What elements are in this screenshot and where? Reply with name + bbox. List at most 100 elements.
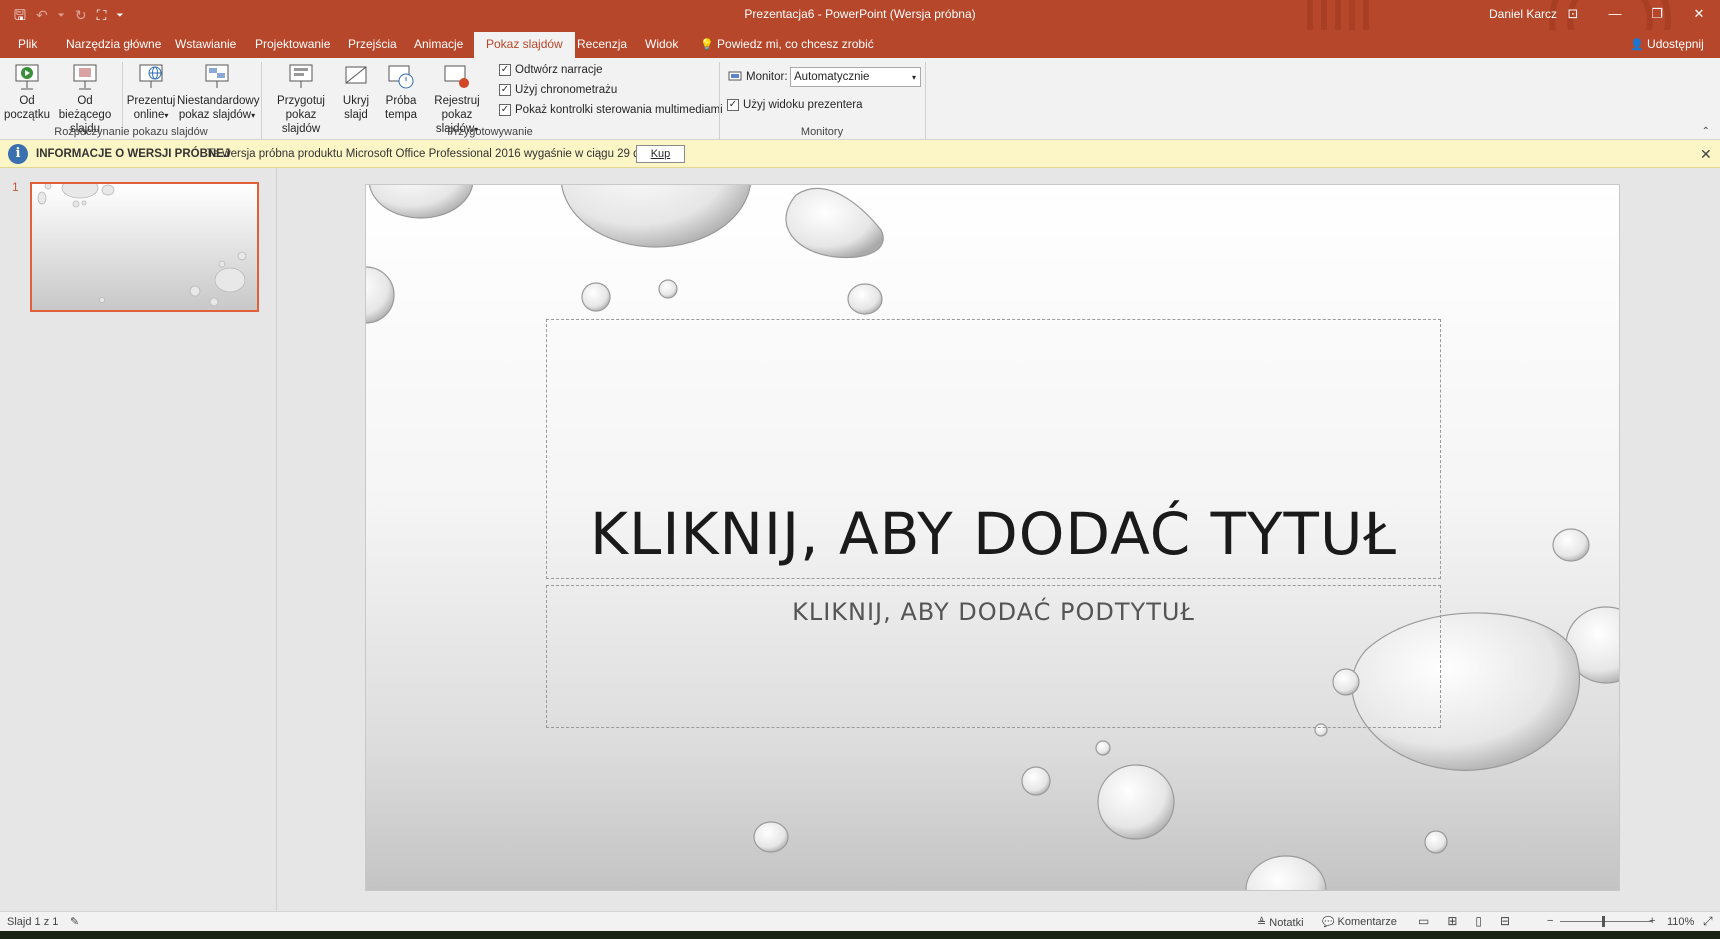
buy-button[interactable]: Kup — [636, 145, 685, 163]
subtitle-placeholder-text: KLIKNIJ, ABY DODAĆ PODTYTUŁ — [792, 598, 1195, 626]
status-bar: Slajd 1 z 1 ✎ ≜ Notatki 💬 Komentarze ▭ ⊞… — [0, 911, 1720, 931]
slide-sorter-icon[interactable]: ⊞ — [1447, 914, 1457, 928]
slide-canvas[interactable]: KLIKNIJ, ABY DODAĆ TYTUŁ KLIKNIJ, ABY DO… — [365, 184, 1620, 891]
ribbon-display-options-icon[interactable]: ⊡ — [1552, 0, 1594, 30]
custom-show-icon — [205, 64, 229, 88]
group-separator — [719, 62, 720, 140]
present-online-label-1: Prezentuj — [126, 95, 176, 107]
rehearse-timings-button[interactable]: Próba tempa — [381, 62, 421, 122]
presenter-view-checkbox[interactable]: ✓ Użyj widoku prezentera — [727, 99, 863, 111]
zoom-out-icon[interactable]: − — [1547, 915, 1553, 927]
zoom-slider[interactable] — [1560, 921, 1652, 922]
custom-show-label-2: pokaz slajdów▾ — [178, 109, 256, 121]
notes-button[interactable]: ≜ Notatki — [1257, 916, 1304, 929]
fit-to-window-icon[interactable]: ⤢ — [1703, 914, 1713, 929]
from-beginning-label-1: Od — [19, 95, 35, 107]
rehearse-label-1: Próba — [385, 95, 417, 107]
subtitle-placeholder[interactable]: KLIKNIJ, ABY DODAĆ PODTYTUŁ — [546, 585, 1441, 728]
reading-view-icon[interactable]: ▯ — [1475, 914, 1482, 928]
present-online-label-2: online▾ — [133, 109, 169, 121]
zoom-level[interactable]: 110% — [1667, 916, 1694, 928]
group-label-monitors: Monitory — [800, 126, 844, 138]
play-narrations-checkbox[interactable]: ✓ Odtwórz narracje — [499, 64, 603, 76]
tell-me-search[interactable]: 💡 Powiedz mi, co chcesz zrobić — [700, 37, 874, 51]
ribbon-tabs: Plik Narzędzia główne Wstawianie Projekt… — [0, 30, 1720, 58]
person-icon: 👤 — [1630, 39, 1644, 51]
minimize-icon[interactable]: — — [1594, 0, 1636, 30]
close-info-bar-icon[interactable]: ✕ — [1700, 146, 1712, 163]
use-timings-checkbox[interactable]: ✓ Użyj chronometrażu — [499, 84, 617, 96]
os-taskbar — [0, 931, 1720, 939]
title-placeholder[interactable]: KLIKNIJ, ABY DODAĆ TYTUŁ — [546, 319, 1441, 579]
tab-insert[interactable]: Wstawianie — [175, 37, 236, 51]
monitor-label: Monitor: — [728, 71, 788, 83]
checkbox-checked-icon: ✓ — [499, 64, 511, 76]
hide-slide-icon — [345, 66, 367, 84]
view-buttons: ▭ ⊞ ▯ ⊟ — [1418, 914, 1510, 928]
normal-view-icon[interactable]: ▭ — [1418, 914, 1429, 928]
setup-label-1: Przygotuj — [277, 95, 325, 107]
monitor-value: Automatycznie — [794, 71, 870, 83]
globe-presentation-icon — [139, 64, 163, 88]
from-current-slide-button[interactable]: Od bieżącego slajdu — [52, 62, 118, 136]
lightbulb-icon: 💡 — [700, 39, 714, 51]
ribbon-slide-show: Od początku Od bieżącego slajdu Prezentu… — [0, 58, 1720, 140]
close-icon[interactable]: ✕ — [1678, 0, 1720, 30]
use-timings-label: Użyj chronometrażu — [515, 84, 618, 96]
comments-icon: 💬 — [1322, 917, 1335, 928]
title-bar: 🖫 ↶ ⏷ ↻ ⛶ ⏷ Prezentacja6 - PowerPoint (W… — [0, 0, 1720, 30]
tab-view[interactable]: Widok — [645, 37, 678, 51]
tab-animations[interactable]: Animacje — [414, 37, 463, 51]
tab-slide-show[interactable]: Pokaz slajdów — [474, 32, 575, 58]
share-label: Udostępnij — [1647, 37, 1704, 51]
present-online-button[interactable]: Prezentuj online▾ — [126, 62, 176, 123]
tab-review[interactable]: Recenzja — [577, 37, 627, 51]
checkbox-checked-icon: ✓ — [499, 104, 511, 116]
slide-number: 1 — [12, 180, 19, 194]
tab-file[interactable]: Plik — [18, 37, 37, 51]
trial-info-bar: i INFORMACJE O WERSJI PRÓBNEJ Ta wersja … — [0, 140, 1720, 168]
thumbnail-drops — [37, 184, 247, 307]
hide-slide-label-1: Ukryj — [342, 95, 370, 107]
slide-counter: Slajd 1 z 1 — [7, 916, 59, 928]
spelling-check-icon[interactable]: ✎ — [70, 915, 79, 928]
play-narrations-label: Odtwórz narracje — [515, 64, 603, 76]
share-button[interactable]: 👤 Udostępnij — [1630, 37, 1704, 51]
presenter-view-label: Użyj widoku prezentera — [743, 99, 863, 111]
comments-button[interactable]: 💬 Komentarze — [1322, 916, 1397, 928]
collapse-ribbon-icon[interactable]: ⌃ — [1702, 126, 1710, 137]
show-media-controls-label: Pokaż kontrolki sterowania multimediami — [515, 104, 723, 116]
hide-slide-button[interactable]: Ukryj slajd — [338, 62, 374, 122]
set-up-slide-show-button[interactable]: Przygotuj pokaz slajdów — [265, 62, 337, 136]
info-bar-message: Ta wersja próbna produktu Microsoft Offi… — [207, 148, 652, 160]
tell-me-text: Powiedz mi, co chcesz zrobić — [717, 37, 874, 51]
separator — [122, 62, 123, 136]
group-label-setup: Przygotowywanie — [447, 126, 533, 138]
monitor-dropdown[interactable]: Automatycznie ▾ — [790, 67, 921, 87]
slideshow-view-icon[interactable]: ⊟ — [1500, 914, 1510, 928]
restore-icon[interactable]: ❐ — [1636, 0, 1678, 30]
show-media-controls-checkbox[interactable]: ✓ Pokaż kontrolki sterowania multimediam… — [499, 104, 723, 116]
setup-show-icon — [289, 64, 313, 88]
tab-transitions[interactable]: Przejścia — [348, 37, 397, 51]
notes-icon: ≜ — [1257, 917, 1267, 929]
slide-thumbnails-pane: 1 — [0, 168, 277, 911]
record-label-1: Rejestruj pokaz — [434, 95, 480, 121]
dropdown-arrow-icon: ▾ — [911, 73, 916, 82]
slide-thumbnail[interactable] — [30, 182, 259, 312]
user-name[interactable]: Daniel Karcz — [1489, 7, 1557, 21]
tab-home[interactable]: Narzędzia główne — [66, 37, 161, 51]
record-icon — [444, 65, 469, 88]
from-beginning-label-2: początku — [4, 109, 51, 121]
zoom-in-icon[interactable]: + — [1649, 915, 1655, 927]
stopwatch-icon — [388, 65, 414, 89]
title-placeholder-text: KLIKNIJ, ABY DODAĆ TYTUŁ — [590, 500, 1397, 568]
notes-label: Notatki — [1269, 917, 1304, 929]
info-bar-title: INFORMACJE O WERSJI PRÓBNEJ — [36, 148, 231, 160]
checkbox-checked-icon: ✓ — [727, 99, 739, 111]
monitor-icon — [728, 71, 742, 81]
from-beginning-button[interactable]: Od początku — [4, 62, 50, 122]
zoom-slider-thumb[interactable] — [1602, 916, 1605, 927]
tab-design[interactable]: Projektowanie — [255, 37, 330, 51]
custom-slide-show-button[interactable]: Niestandardowy pokaz slajdów▾ — [177, 62, 259, 123]
